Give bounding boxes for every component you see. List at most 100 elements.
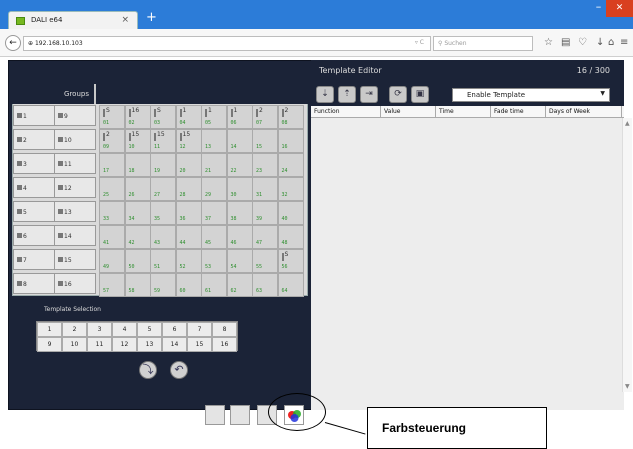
group-button-16[interactable]: 16 [54,273,96,294]
scroll-up-icon[interactable]: ▲ [625,120,630,127]
group-button-8[interactable]: 8 [13,273,55,294]
group-button-2[interactable]: 2 [13,129,55,150]
device-cell-40[interactable]: 40 [277,201,304,225]
group-button-6[interactable]: 6 [13,225,55,246]
device-cell-60[interactable]: 60 [175,273,202,297]
device-cell-22[interactable]: 22 [226,153,253,177]
template-mode-select[interactable]: Enable Template ▼ [452,88,610,102]
group-button-10[interactable]: 10 [54,129,96,150]
device-cell-42[interactable]: 42 [124,225,151,249]
column-header-time[interactable]: Time [436,106,491,118]
template-slot-4[interactable]: 4 [112,322,137,337]
column-header-days-of-week[interactable]: Days of Week [546,106,622,118]
device-cell-35[interactable]: 35 [150,201,176,225]
template-slot-15[interactable]: 15 [187,337,212,352]
device-cell-15[interactable]: 15 [252,129,278,153]
template-slot-6[interactable]: 6 [162,322,187,337]
new-tab-button[interactable]: + [146,11,157,25]
group-button-4[interactable]: 4 [13,177,55,198]
home-icon[interactable]: ⌂ [608,37,614,48]
reading-list-icon[interactable]: ▤ [561,37,570,48]
delete-row-icon[interactable]: ⇥ [360,86,378,103]
device-cell-50[interactable]: 50 [124,249,151,273]
template-slot-1[interactable]: 1 [37,322,62,337]
device-cell-49[interactable]: 49 [99,249,125,273]
device-cell-14[interactable]: 14 [226,129,253,153]
device-cell-53[interactable]: 53 [201,249,227,273]
device-cell-62[interactable]: 62 [226,273,253,297]
bookmark-star-icon[interactable]: ☆ [544,37,553,48]
template-slot-5[interactable]: 5 [137,322,162,337]
column-header-fade-time[interactable]: Fade time [491,106,546,118]
reload-icon[interactable]: ▿ C [415,39,424,46]
device-cell-01[interactable]: S 01 [99,105,125,129]
device-cell-61[interactable]: 61 [201,273,227,297]
group-button-11[interactable]: 11 [54,153,96,174]
device-cell-02[interactable]: 16 02 [124,105,151,129]
device-cell-45[interactable]: 45 [201,225,227,249]
chart-icon[interactable] [230,405,250,425]
device-cell-07[interactable]: 2 07 [252,105,278,129]
device-cell-52[interactable]: 52 [175,249,202,273]
template-slot-8[interactable]: 8 [212,322,237,337]
tab-close-icon[interactable]: × [121,15,129,25]
device-cell-38[interactable]: 38 [226,201,253,225]
back-icon[interactable]: ← [5,35,21,51]
window-close-button[interactable]: ✕ [606,0,633,17]
device-cell-09[interactable]: 2 09 [99,129,125,153]
browser-tab[interactable]: DALI e64 × [8,11,138,29]
device-cell-26[interactable]: 26 [124,177,151,201]
group-button-7[interactable]: 7 [13,249,55,270]
template-slot-11[interactable]: 11 [87,337,112,352]
device-cell-36[interactable]: 36 [175,201,202,225]
copy-template-button[interactable]: ⤵ [139,361,157,379]
add-row-icon[interactable]: ⇣ [316,86,334,103]
pocket-icon[interactable]: ♡ [578,37,587,48]
template-slot-9[interactable]: 9 [37,337,62,352]
group-button-1[interactable]: 1 [13,105,55,126]
device-cell-31[interactable]: 31 [252,177,278,201]
template-slot-7[interactable]: 7 [187,322,212,337]
save-template-icon[interactable]: ▣ [411,86,429,103]
device-cell-11[interactable]: 15 11 [150,129,176,153]
device-cell-57[interactable]: 57 [99,273,125,297]
device-cell-46[interactable]: 46 [226,225,253,249]
group-button-14[interactable]: 14 [54,225,96,246]
template-slot-14[interactable]: 14 [162,337,187,352]
template-slot-13[interactable]: 13 [137,337,162,352]
device-cell-56[interactable]: S 56 [277,249,304,273]
group-button-13[interactable]: 13 [54,201,96,222]
device-cell-20[interactable]: 20 [175,153,202,177]
device-cell-27[interactable]: 27 [150,177,176,201]
device-cell-03[interactable]: S 03 [150,105,176,129]
load-template-icon[interactable]: ⟳ [389,86,407,103]
device-cell-05[interactable]: 1 05 [201,105,227,129]
device-cell-44[interactable]: 44 [175,225,202,249]
device-cell-23[interactable]: 23 [252,153,278,177]
device-cell-58[interactable]: 58 [124,273,151,297]
window-minimize-button[interactable]: – [592,0,605,18]
device-cell-55[interactable]: 55 [252,249,278,273]
menu-icon[interactable]: ≡ [620,37,628,48]
schedule-icon[interactable] [205,405,225,425]
device-cell-51[interactable]: 51 [150,249,176,273]
search-field[interactable]: ⚲ Suchen [433,36,533,51]
device-cell-32[interactable]: 32 [277,177,304,201]
device-cell-19[interactable]: 19 [150,153,176,177]
scroll-down-icon[interactable]: ▼ [625,383,630,390]
device-cell-33[interactable]: 33 [99,201,125,225]
device-cell-08[interactable]: 2 08 [277,105,304,129]
address-bar[interactable]: ⊕ 192.168.10.103 ▿ C [23,36,431,51]
group-button-3[interactable]: 3 [13,153,55,174]
download-icon[interactable]: ↓ [596,37,604,48]
insert-row-icon[interactable]: ⇡ [338,86,356,103]
device-cell-30[interactable]: 30 [226,177,253,201]
template-slot-10[interactable]: 10 [62,337,87,352]
device-cell-64[interactable]: 64 [277,273,304,297]
template-slot-3[interactable]: 3 [87,322,112,337]
device-cell-04[interactable]: 1 04 [175,105,202,129]
column-header-value[interactable]: Value [381,106,436,118]
device-cell-43[interactable]: 43 [150,225,176,249]
device-cell-18[interactable]: 18 [124,153,151,177]
group-button-15[interactable]: 15 [54,249,96,270]
